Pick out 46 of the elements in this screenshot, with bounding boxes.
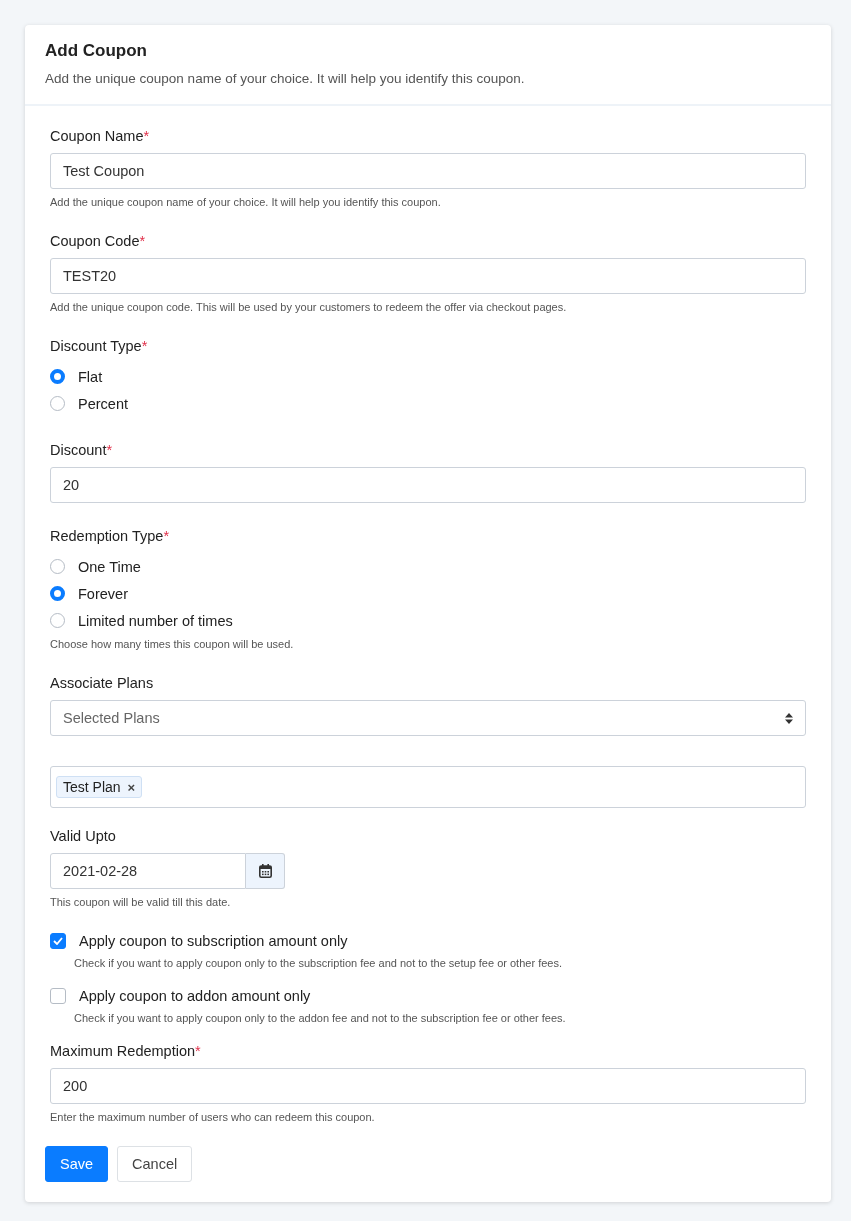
tags-field[interactable]: Test Plan × — [50, 766, 806, 808]
plans-select[interactable]: Selected Plans — [50, 700, 806, 736]
sort-caret-icon — [785, 712, 793, 724]
check-icon — [53, 937, 63, 945]
radio-label: One Time — [78, 558, 141, 575]
radio-button[interactable] — [50, 369, 65, 384]
card-subtitle: Add the unique coupon name of your choice. It will help you identify this coupon. — [45, 71, 526, 86]
radio-button[interactable] — [50, 586, 65, 601]
help-text: Enter the maximum number of users who can redeem this coupon. — [50, 1111, 376, 1123]
date-field[interactable]: 2021-02-28 — [50, 853, 246, 889]
input-field[interactable]: 200 — [50, 1068, 806, 1104]
radio-button[interactable] — [50, 613, 65, 628]
help-text: Check if you want to apply coupon only to the addon fee and not to the subscription fee or other fees. — [74, 1012, 567, 1024]
checkbox-label: Apply coupon to addon amount only — [79, 988, 311, 1004]
save-button[interactable]: Save — [45, 1146, 109, 1182]
field-label: Coupon Code* — [50, 233, 147, 249]
radio-label: Percent — [78, 395, 128, 412]
help-text: Choose how many times this coupon will be used. — [50, 638, 295, 650]
checkbox-label: Apply coupon to subscription amount only — [79, 933, 348, 949]
plan-tag: Test Plan × — [56, 776, 143, 798]
field-label: Valid Upto — [50, 828, 117, 844]
remove-tag-button[interactable]: × — [127, 779, 136, 795]
cancel-button[interactable]: Cancel — [117, 1146, 193, 1182]
field-label: Discount Type* — [50, 338, 149, 354]
checkbox[interactable] — [50, 988, 66, 1004]
radio-label: Limited number of times — [78, 612, 233, 629]
field-label: Associate Plans — [50, 675, 155, 691]
field-label: Coupon Name* — [50, 128, 151, 144]
help-text: Check if you want to apply coupon only to the subscription fee and not to the setup fee or other fees. — [74, 957, 563, 969]
card-title: Add Coupon — [45, 41, 148, 61]
calendar-button[interactable] — [246, 853, 285, 889]
radio-label: Flat — [78, 368, 103, 385]
field-label: Maximum Redemption* — [50, 1043, 202, 1059]
help-text: Add the unique coupon name of your choice. It will help you identify this coupon. — [50, 196, 442, 208]
radio-button[interactable] — [50, 396, 65, 411]
checkbox[interactable] — [50, 933, 66, 949]
input-field[interactable]: 20 — [50, 467, 806, 503]
radio-label: Forever — [78, 585, 128, 602]
calendar-icon — [258, 864, 272, 878]
radio-button[interactable] — [50, 559, 65, 574]
field-label: Discount* — [50, 442, 114, 458]
help-text: This coupon will be valid till this date. — [50, 896, 232, 908]
input-field[interactable]: Test Coupon — [50, 153, 806, 189]
field-label: Redemption Type* — [50, 528, 171, 544]
input-field[interactable]: TEST20 — [50, 258, 806, 294]
help-text: Add the unique coupon code. This will be used by your customers to redeem the offer via checkout pages. — [50, 301, 568, 313]
